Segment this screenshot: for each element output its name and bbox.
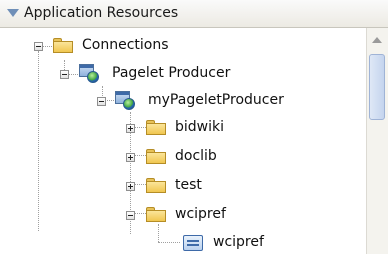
folder-icon	[146, 149, 166, 164]
pagelet-producer-icon	[79, 64, 101, 84]
minus-expander-icon[interactable]	[126, 211, 135, 220]
plus-expander-icon[interactable]	[126, 124, 135, 133]
minus-expander-icon[interactable]	[60, 70, 69, 79]
tree-node-label: test	[175, 177, 202, 193]
tree-node-label: doclib	[175, 148, 217, 164]
tree-node-test[interactable]: test	[0, 173, 366, 199]
vertical-scrollbar[interactable]	[366, 28, 388, 254]
scrollbar-thumb[interactable]	[369, 54, 385, 120]
collapse-triangle-icon[interactable]	[7, 9, 19, 17]
tree-node-doclib[interactable]: doclib	[0, 144, 366, 170]
minus-expander-icon[interactable]	[34, 42, 43, 51]
resource-tree: Connections Pagelet Producer myPageletPr…	[0, 28, 366, 254]
plus-expander-icon[interactable]	[126, 153, 135, 162]
tree-node-mypageletproducer[interactable]: myPageletProducer	[0, 88, 366, 114]
folder-icon	[146, 120, 166, 135]
tree-node-bidwiki[interactable]: bidwiki	[0, 115, 366, 141]
pagelet-producer-icon	[115, 91, 137, 111]
folder-icon	[146, 207, 166, 222]
tree-node-label: Pagelet Producer	[112, 65, 231, 81]
tree-node-label: myPageletProducer	[148, 92, 284, 108]
portlet-icon	[183, 235, 203, 251]
panel-title: Application Resources	[24, 5, 179, 21]
panel-header[interactable]: Application Resources	[0, 0, 388, 28]
scroll-up-arrow-icon[interactable]	[372, 37, 382, 43]
plus-expander-icon[interactable]	[126, 182, 135, 191]
folder-icon	[53, 38, 73, 53]
tree-node-wcipref-folder[interactable]: wcipref	[0, 202, 366, 228]
tree-node-label: bidwiki	[175, 119, 224, 135]
tree-node-connections[interactable]: Connections	[0, 33, 366, 59]
tree-node-label: wcipref	[175, 206, 226, 222]
folder-icon	[146, 178, 166, 193]
tree-node-label: wcipref	[213, 234, 264, 250]
tree-node-label: Connections	[82, 37, 169, 53]
tree-node-wcipref-portlet[interactable]: wcipref	[0, 230, 366, 254]
application-resources-panel: Application Resources Connections Pagele…	[0, 0, 388, 254]
minus-expander-icon[interactable]	[97, 97, 106, 106]
tree-node-pagelet-producer[interactable]: Pagelet Producer	[0, 61, 366, 87]
